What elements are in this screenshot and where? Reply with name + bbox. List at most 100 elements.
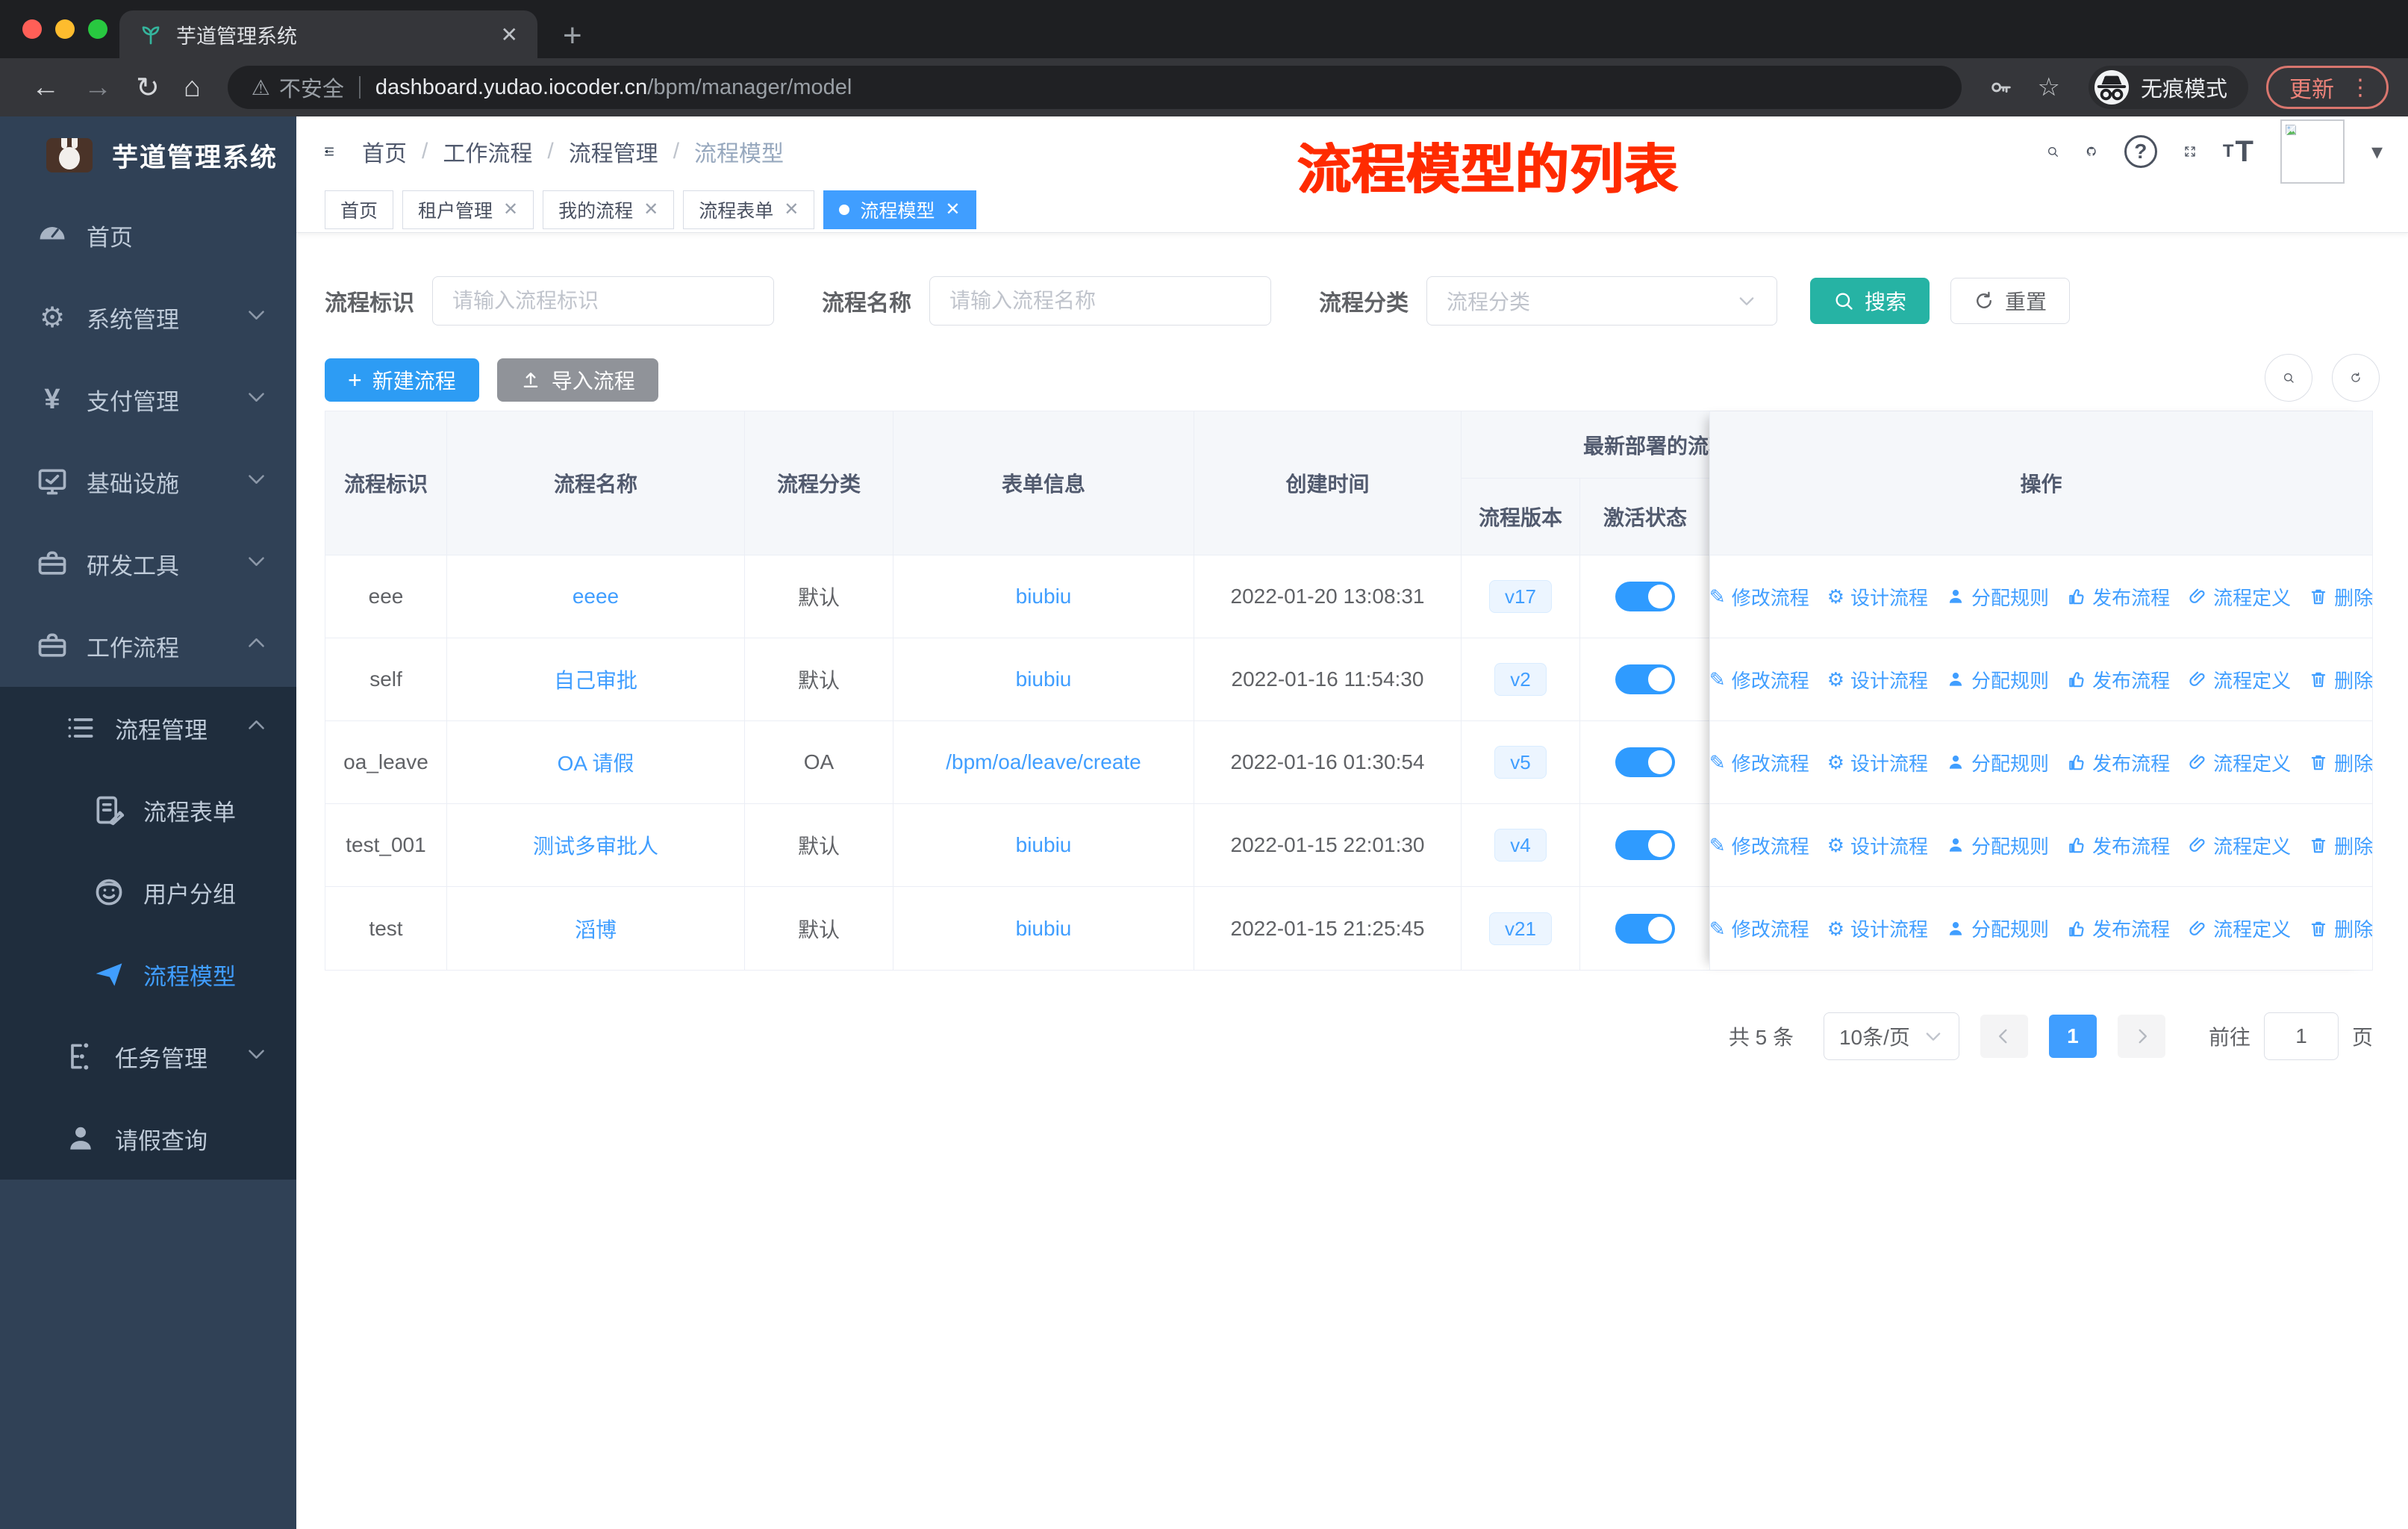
process-key-input[interactable]	[432, 276, 774, 326]
version-badge[interactable]: v17	[1489, 580, 1552, 613]
action-assign-rule-link[interactable]: 分配规则	[1946, 915, 2049, 942]
action-delete-link[interactable]: 删除	[2309, 666, 2373, 694]
form-info-link[interactable]: biubiu	[1016, 585, 1072, 608]
page-size-select[interactable]: 10条/页	[1823, 1012, 1959, 1060]
tag-process-form[interactable]: 流程表单 ✕	[683, 190, 815, 229]
version-badge[interactable]: v2	[1494, 663, 1547, 696]
action-delete-link[interactable]: 删除	[2309, 915, 2373, 942]
action-edit-process-link[interactable]: ✎ 修改流程	[1709, 915, 1809, 942]
action-process-definition-link[interactable]: 流程定义	[2188, 666, 2291, 694]
sidebar-item-process-model[interactable]: 流程模型	[0, 933, 296, 1015]
status-toggle[interactable]	[1615, 664, 1675, 694]
action-publish-process-link[interactable]: 发布流程	[2067, 666, 2170, 694]
form-info-link[interactable]: /bpm/oa/leave/create	[946, 750, 1141, 774]
current-page-button[interactable]: 1	[2048, 1015, 2097, 1058]
tag-process-model[interactable]: 流程模型 ✕	[823, 190, 976, 229]
tag-my-process[interactable]: 我的流程 ✕	[543, 190, 675, 229]
close-tab-icon[interactable]: ✕	[501, 22, 518, 47]
github-icon[interactable]	[2086, 146, 2097, 158]
update-chrome-button[interactable]: 更新 ⋮	[2266, 66, 2389, 109]
status-toggle[interactable]	[1615, 747, 1675, 777]
process-name-link[interactable]: 自己审批	[554, 664, 637, 694]
process-name-link[interactable]: OA 请假	[558, 747, 634, 777]
tag-home[interactable]: 首页	[325, 190, 394, 229]
action-assign-rule-link[interactable]: 分配规则	[1946, 749, 2049, 776]
search-button[interactable]: 搜索	[1810, 278, 1930, 324]
process-name-link[interactable]: eeee	[573, 585, 619, 608]
status-toggle[interactable]	[1615, 830, 1675, 860]
reset-button[interactable]: 重置	[1950, 278, 2071, 324]
action-design-process-link[interactable]: ⚙ 设计流程	[1827, 666, 1928, 694]
next-page-button[interactable]	[2117, 1015, 2165, 1058]
action-publish-process-link[interactable]: 发布流程	[2067, 583, 2170, 611]
action-process-definition-link[interactable]: 流程定义	[2188, 832, 2291, 859]
tag-tenant[interactable]: 租户管理 ✕	[402, 190, 534, 229]
action-assign-rule-link[interactable]: 分配规则	[1946, 832, 2049, 859]
breadcrumb-home[interactable]: 首页	[362, 135, 407, 168]
reload-icon[interactable]: ↻	[136, 71, 160, 105]
action-publish-process-link[interactable]: 发布流程	[2067, 749, 2170, 776]
close-window-button[interactable]	[22, 19, 42, 39]
browser-tab[interactable]: 芋道管理系统 ✕	[119, 10, 537, 58]
action-edit-process-link[interactable]: ✎ 修改流程	[1709, 832, 1809, 859]
browser-menu-icon[interactable]: ⋮	[2349, 75, 2371, 101]
process-name-link[interactable]: 滔博	[575, 914, 617, 944]
version-badge[interactable]: v5	[1494, 746, 1547, 779]
user-avatar[interactable]	[2280, 119, 2345, 184]
home-icon[interactable]: ⌂	[184, 72, 201, 104]
zoom-window-button[interactable]	[88, 19, 107, 39]
forward-icon[interactable]: →	[84, 72, 112, 104]
prev-page-button[interactable]	[1980, 1015, 2028, 1058]
action-process-definition-link[interactable]: 流程定义	[2188, 915, 2291, 942]
close-tag-icon[interactable]: ✕	[643, 199, 658, 220]
back-icon[interactable]: ←	[31, 72, 60, 104]
toggle-search-button[interactable]	[2265, 354, 2312, 402]
sidebar-item-leave-query[interactable]: 请假查询	[0, 1097, 296, 1180]
sidebar-item-process-mgmt[interactable]: 流程管理	[0, 687, 296, 769]
sidebar-item-infra[interactable]: 基础设施	[0, 440, 296, 523]
password-key-icon[interactable]	[1989, 75, 2014, 100]
sidebar-item-workflow[interactable]: 工作流程	[0, 605, 296, 687]
sidebar-item-user-group[interactable]: 用户分组	[0, 851, 296, 933]
refresh-table-button[interactable]	[2332, 354, 2380, 402]
breadcrumb-workflow[interactable]: 工作流程	[443, 135, 532, 168]
import-process-button[interactable]: 导入流程	[496, 358, 658, 402]
action-edit-process-link[interactable]: ✎ 修改流程	[1709, 749, 1809, 776]
sidebar-item-system[interactable]: ⚙ 系统管理	[0, 276, 296, 358]
action-design-process-link[interactable]: ⚙ 设计流程	[1827, 583, 1928, 611]
process-category-select[interactable]: 流程分类	[1426, 276, 1777, 326]
action-design-process-link[interactable]: ⚙ 设计流程	[1827, 749, 1928, 776]
action-assign-rule-link[interactable]: 分配规则	[1946, 666, 2049, 694]
sidebar-item-payment[interactable]: ¥ 支付管理	[0, 358, 296, 440]
action-assign-rule-link[interactable]: 分配规则	[1946, 583, 2049, 611]
status-toggle[interactable]	[1615, 913, 1675, 944]
sidebar-item-devtools[interactable]: 研发工具	[0, 523, 296, 605]
sidebar-item-task-mgmt[interactable]: 任务管理	[0, 1015, 296, 1097]
form-info-link[interactable]: biubiu	[1016, 667, 1072, 691]
action-publish-process-link[interactable]: 发布流程	[2067, 832, 2170, 859]
create-process-button[interactable]: + 新建流程	[325, 358, 479, 402]
sidebar-item-process-form[interactable]: 流程表单	[0, 769, 296, 851]
sidebar-item-home[interactable]: 首页	[0, 194, 296, 276]
fullscreen-icon[interactable]	[2184, 146, 2196, 158]
new-tab-button[interactable]: +	[563, 13, 582, 58]
collapse-sidebar-icon[interactable]	[323, 146, 335, 158]
action-delete-link[interactable]: 删除	[2309, 749, 2373, 776]
close-tag-icon[interactable]: ✕	[784, 199, 799, 220]
action-design-process-link[interactable]: ⚙ 设计流程	[1827, 915, 1928, 942]
process-name-input[interactable]	[929, 276, 1271, 326]
font-size-icon[interactable]: TT	[2223, 135, 2253, 169]
address-bar[interactable]: ⚠ 不安全 dashboard.yudao.iocoder.cn /bpm/ma…	[227, 66, 1962, 109]
action-delete-link[interactable]: 删除	[2309, 583, 2373, 611]
version-badge[interactable]: v4	[1494, 829, 1547, 862]
status-toggle[interactable]	[1615, 582, 1675, 611]
version-badge[interactable]: v21	[1489, 912, 1552, 945]
action-edit-process-link[interactable]: ✎ 修改流程	[1709, 666, 1809, 694]
action-edit-process-link[interactable]: ✎ 修改流程	[1709, 583, 1809, 611]
action-delete-link[interactable]: 删除	[2309, 832, 2373, 859]
action-process-definition-link[interactable]: 流程定义	[2188, 749, 2291, 776]
breadcrumb-process-mgmt[interactable]: 流程管理	[569, 135, 658, 168]
minimize-window-button[interactable]	[55, 19, 75, 39]
help-icon[interactable]: ?	[2124, 135, 2157, 168]
close-tag-icon[interactable]: ✕	[503, 199, 518, 220]
